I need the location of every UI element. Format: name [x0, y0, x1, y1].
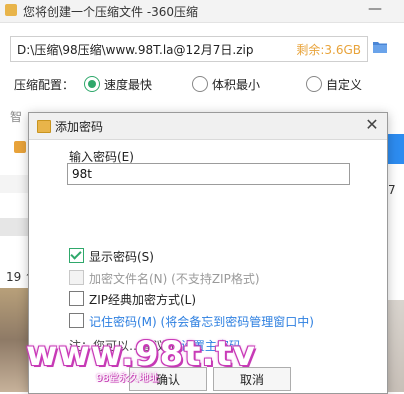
lock-icon — [14, 141, 26, 153]
dialog-title: 添加密码 — [55, 120, 104, 134]
zip-classic-checkbox[interactable] — [69, 291, 84, 306]
remaining-space: 剩余:3.6GB — [296, 43, 361, 57]
encrypt-filenames-checkbox — [69, 270, 84, 285]
compress-config-row: 压缩配置： 速度最快 体积最小 自定义 — [14, 76, 404, 94]
file-list-row — [0, 218, 28, 236]
show-password-option[interactable]: 显示密码(S) — [69, 248, 379, 264]
radio-custom[interactable] — [306, 76, 322, 92]
zip-classic-option[interactable]: ZIP经典加密方式(L) — [69, 291, 379, 307]
password-input[interactable] — [67, 163, 350, 185]
watermark-subtext: 98堂永久地址 — [96, 373, 159, 384]
show-password-label: 显示密码(S) — [89, 250, 154, 264]
lock-folder-icon — [37, 120, 51, 133]
option-custom-label: 自定义 — [326, 78, 363, 92]
minimize-button[interactable]: — — [368, 2, 382, 18]
radio-smallest[interactable] — [192, 76, 208, 92]
encrypt-filenames-label: 加密文件名(N) (不支持ZIP格式) — [89, 272, 260, 286]
background-label-fragment: 智 — [10, 110, 23, 124]
dialog-title-bar: 添加密码 ✕ — [29, 113, 387, 140]
compress-config-label: 压缩配置： — [14, 78, 75, 92]
radio-fastest[interactable] — [84, 76, 100, 92]
watermark-text: www.98t.tv — [26, 334, 256, 374]
encrypt-filenames-option: 加密文件名(N) (不支持ZIP格式) — [69, 270, 379, 286]
zip-classic-label: ZIP经典加密方式(L) — [89, 293, 197, 307]
output-path-text: D:\压缩\98压缩\www.98T.la@12月7日.zip — [17, 43, 254, 57]
remember-password-checkbox[interactable] — [69, 313, 84, 328]
output-path-field[interactable]: D:\压缩\98压缩\www.98T.la@12月7日.zip 剩余:3.6GB — [10, 36, 368, 62]
archive-app-icon — [5, 4, 17, 16]
remember-password-option[interactable]: 记住密码(M) (将会备忘到密码管理窗口中) — [69, 313, 379, 329]
show-password-checkbox[interactable] — [69, 248, 84, 263]
window-title: 您将创建一个压缩文件 -360压缩 — [23, 5, 199, 19]
window-title-bar: 您将创建一个压缩文件 -360压缩 — — [0, 0, 404, 23]
date-column-fragment: 7 — [388, 183, 396, 197]
option-smallest-label: 体积最小 — [212, 78, 261, 92]
browse-folder-icon[interactable] — [372, 40, 388, 54]
file-list-row — [0, 175, 28, 193]
remember-password-label: 记住密码(M) (将会备忘到密码管理窗口中) — [89, 315, 314, 329]
option-fastest-label: 速度最快 — [104, 78, 153, 92]
close-icon[interactable]: ✕ — [363, 115, 381, 135]
background-photo — [0, 288, 28, 392]
